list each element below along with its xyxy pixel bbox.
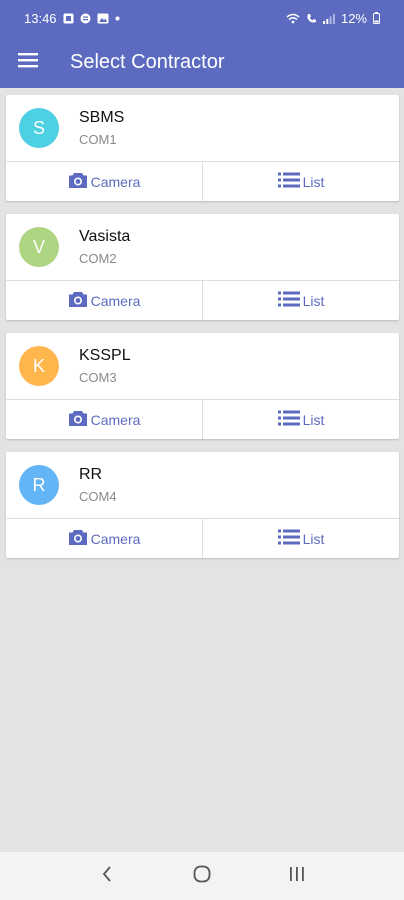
contractor-card: R RR COM4 Camera List — [6, 452, 399, 558]
list-button[interactable]: List — [202, 519, 399, 558]
contractor-header[interactable]: S SBMS COM1 — [6, 95, 399, 161]
contractor-name: Vasista — [79, 228, 131, 245]
menu-icon — [18, 52, 38, 73]
contractor-code: COM2 — [79, 251, 117, 266]
status-right: 12% — [286, 11, 380, 26]
camera-icon — [68, 172, 88, 192]
contractor-card: V Vasista COM2 Camera List — [6, 214, 399, 320]
status-left: 13:46 — [24, 11, 120, 26]
notification-icon — [80, 13, 91, 24]
contractor-info: KSSPL COM3 — [79, 347, 131, 385]
camera-label: Camera — [90, 292, 141, 309]
list-button[interactable]: List — [202, 281, 399, 320]
camera-button[interactable]: Camera — [6, 519, 202, 558]
gallery-icon — [97, 13, 109, 24]
contractor-card: S SBMS COM1 Camera List — [6, 95, 399, 201]
card-actions: Camera List — [6, 161, 399, 201]
contractor-header[interactable]: V Vasista COM2 — [6, 214, 399, 280]
contractor-card: K KSSPL COM3 Camera List — [6, 333, 399, 439]
camera-label: Camera — [90, 530, 141, 547]
card-actions: Camera List — [6, 518, 399, 558]
recents-button[interactable] — [275, 856, 319, 896]
back-button[interactable] — [85, 856, 129, 896]
list-icon — [277, 410, 300, 429]
battery-icon — [373, 12, 380, 24]
camera-button[interactable]: Camera — [6, 400, 202, 439]
avatar: S — [19, 108, 59, 148]
contractor-info: Vasista COM2 — [79, 228, 130, 266]
contractor-info: SBMS COM1 — [79, 109, 124, 147]
list-icon — [277, 291, 300, 310]
dot-icon — [115, 16, 120, 21]
app-bar: Select Contractor — [0, 36, 404, 88]
home-button[interactable] — [180, 856, 224, 896]
camera-button[interactable]: Camera — [6, 281, 202, 320]
list-icon — [277, 529, 300, 548]
camera-label: Camera — [90, 173, 141, 190]
list-label: List — [302, 530, 325, 547]
contractor-list: S SBMS COM1 Camera List V Vasista COM2 C… — [6, 95, 399, 571]
list-button[interactable]: List — [202, 400, 399, 439]
contractor-info: RR COM4 — [79, 466, 117, 504]
call-icon — [306, 13, 317, 24]
status-bar: 13:46 12% — [0, 0, 404, 36]
contractor-code: COM4 — [79, 489, 117, 504]
page-title: Select Contractor — [70, 50, 225, 73]
list-label: List — [302, 292, 325, 309]
home-icon — [193, 865, 211, 888]
list-icon — [277, 172, 300, 191]
camera-icon — [68, 410, 88, 430]
signal-icon — [322, 13, 335, 24]
system-nav-bar — [0, 852, 404, 900]
contractor-code: COM3 — [79, 370, 117, 385]
card-actions: Camera List — [6, 280, 399, 320]
camera-icon — [68, 529, 88, 549]
list-label: List — [302, 411, 325, 428]
contractor-code: COM1 — [79, 132, 117, 147]
avatar: K — [19, 346, 59, 386]
sim-icon — [63, 13, 74, 24]
status-time: 13:46 — [24, 10, 57, 26]
camera-button[interactable]: Camera — [6, 162, 202, 201]
card-actions: Camera List — [6, 399, 399, 439]
avatar: V — [19, 227, 59, 267]
recents-icon — [288, 866, 306, 887]
list-label: List — [302, 173, 325, 190]
contractor-header[interactable]: K KSSPL COM3 — [6, 333, 399, 399]
battery-percent: 12% — [340, 10, 367, 26]
camera-label: Camera — [90, 411, 141, 428]
contractor-name: SBMS — [79, 109, 125, 126]
contractor-header[interactable]: R RR COM4 — [6, 452, 399, 518]
avatar: R — [19, 465, 59, 505]
contractor-name: RR — [79, 466, 103, 483]
contractor-name: KSSPL — [79, 347, 131, 364]
back-icon — [101, 865, 113, 888]
list-button[interactable]: List — [202, 162, 399, 201]
wifi-icon — [286, 13, 300, 24]
camera-icon — [68, 291, 88, 311]
menu-button[interactable] — [0, 36, 56, 88]
